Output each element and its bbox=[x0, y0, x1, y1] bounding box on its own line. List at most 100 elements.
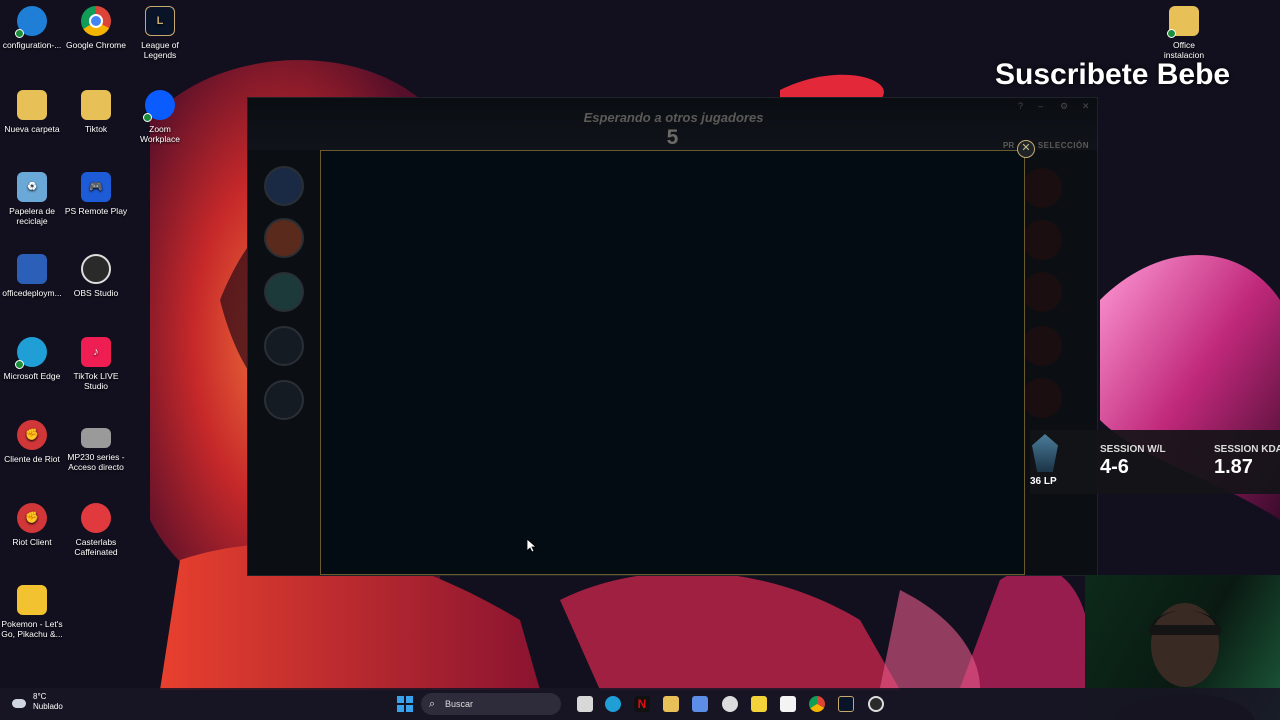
riot-icon: ✊ bbox=[17, 503, 47, 533]
ps-remote-play-icon: 🎮 bbox=[81, 172, 111, 202]
search-placeholder: Buscar bbox=[445, 699, 474, 709]
player-slot-avatar bbox=[264, 218, 304, 258]
close-dialog-icon[interactable]: ✕ bbox=[1017, 140, 1035, 158]
pokemon-icon bbox=[17, 585, 47, 615]
player-slot-avatar bbox=[264, 272, 304, 312]
desktop-icon-label: Microsoft Edge bbox=[3, 371, 61, 381]
session-wl-label: SESSION W/L bbox=[1100, 444, 1166, 455]
session-kda-value: 1.87 bbox=[1214, 456, 1253, 478]
task-view-icon[interactable] bbox=[577, 696, 593, 712]
weather-temp: 8°C bbox=[33, 692, 47, 701]
alien-app-icon[interactable] bbox=[722, 696, 738, 712]
desktop-icon-label: Office instalacion bbox=[1163, 40, 1205, 60]
enemy-slot bbox=[1022, 168, 1062, 208]
desktop-icon-office-instalacion[interactable]: Office instalacion bbox=[1152, 6, 1216, 60]
close-window-icon[interactable]: ✕ bbox=[1082, 101, 1090, 112]
edge-file-icon bbox=[15, 6, 47, 38]
weather-desc: Nublado bbox=[33, 702, 63, 711]
desktop-icon-label: Google Chrome bbox=[65, 40, 126, 50]
desktop-icon-casterlabs[interactable]: Casterlabs Caffeinated bbox=[64, 503, 128, 557]
taskbar: 8°C Nublado ⌕ Buscar N bbox=[0, 688, 1280, 720]
desktop-icon-label: Zoom Workplace bbox=[140, 124, 180, 144]
desktop-icon-label: OBS Studio bbox=[73, 288, 119, 298]
recycle-bin-icon: ♻ bbox=[17, 172, 47, 202]
desktop-icon-obs[interactable]: OBS Studio bbox=[64, 254, 128, 298]
edge-icon bbox=[15, 337, 47, 369]
enemy-slot bbox=[1022, 272, 1062, 312]
tiktok-live-icon: ♪ bbox=[81, 337, 111, 367]
session-kda-label: SESSION KDA bbox=[1214, 444, 1280, 455]
enemy-slot bbox=[1022, 326, 1062, 366]
desktop-icon-ps-remote-play[interactable]: 🎮 PS Remote Play bbox=[64, 172, 128, 216]
desktop-icon-league[interactable]: L League of Legends bbox=[128, 6, 192, 60]
desktop-icon-label: Pokemon - Let's Go, Pikachu &... bbox=[1, 619, 63, 639]
status-title: Esperando a otros jugadores bbox=[583, 110, 764, 125]
desktop-icon-label: Cliente de Riot bbox=[4, 454, 60, 464]
chrome-icon bbox=[81, 6, 111, 36]
zoom-icon bbox=[143, 90, 175, 122]
rank-emblem-icon bbox=[1032, 434, 1058, 472]
desktop-icon-microsoft-edge[interactable]: Microsoft Edge bbox=[0, 337, 64, 381]
enemy-slot bbox=[1022, 378, 1062, 418]
desktop-icon-label: Casterlabs Caffeinated bbox=[74, 537, 118, 557]
loading-dialog bbox=[320, 150, 1025, 575]
desktop-icon-label: PS Remote Play bbox=[64, 206, 128, 216]
folder-icon bbox=[1167, 6, 1199, 38]
player-slot-avatar bbox=[264, 326, 304, 366]
desktop-icon-riot-client[interactable]: ✊ Riot Client bbox=[0, 503, 64, 547]
office-deploy-icon bbox=[17, 254, 47, 284]
riot-icon: ✊ bbox=[17, 420, 47, 450]
desktop-icon-tiktok[interactable]: Tiktok bbox=[64, 90, 128, 134]
desktop-icon-pokemon[interactable]: Pokemon - Let's Go, Pikachu &... bbox=[0, 585, 64, 639]
start-button[interactable] bbox=[397, 696, 413, 712]
casterlabs-icon bbox=[81, 503, 111, 533]
desktop-icon-label: Nueva carpeta bbox=[4, 124, 60, 134]
desktop-icon-mp230[interactable]: MP230 series - Acceso directo bbox=[64, 420, 128, 472]
desktop-icon-zoom[interactable]: Zoom Workplace bbox=[128, 90, 192, 144]
desktop-icon-configuration[interactable]: configuration-... bbox=[0, 6, 64, 50]
taskbar-search[interactable]: ⌕ Buscar bbox=[421, 693, 561, 715]
selection-label: SELECCIÓN bbox=[1037, 141, 1089, 150]
store-icon[interactable] bbox=[692, 696, 708, 712]
desktop-icon-label: Tiktok bbox=[84, 124, 108, 134]
minimize-icon[interactable]: – bbox=[1038, 101, 1043, 111]
obs-taskbar-icon[interactable] bbox=[868, 696, 884, 712]
session-wl-value: 4-6 bbox=[1100, 456, 1129, 478]
desktop-icon-google-chrome[interactable]: Google Chrome bbox=[64, 6, 128, 50]
desktop-icon-label: Papelera de reciclaje bbox=[9, 206, 55, 226]
netflix-taskbar-icon[interactable]: N bbox=[634, 696, 650, 712]
selection-prefix: PR bbox=[1003, 141, 1015, 150]
edge-taskbar-icon[interactable] bbox=[605, 696, 621, 712]
league-icon: L bbox=[145, 6, 175, 36]
desktop-icon-label: officedeploym... bbox=[2, 288, 62, 298]
file-explorer-icon[interactable] bbox=[663, 696, 679, 712]
desktop-icon-label: TikTok LIVE Studio bbox=[73, 371, 119, 391]
session-stats-panel: 36 LP SESSION W/L 4-6 SESSION KDA 1.87 bbox=[1030, 430, 1280, 494]
document-icon[interactable] bbox=[780, 696, 796, 712]
desktop-icon-recycle-bin[interactable]: ♻ Papelera de reciclaje bbox=[0, 172, 64, 226]
desktop-icon-tiktok-live[interactable]: ♪ TikTok LIVE Studio bbox=[64, 337, 128, 391]
folder-icon bbox=[17, 90, 47, 120]
player-slot-avatar bbox=[264, 380, 304, 420]
weather-widget[interactable]: 8°C Nublado bbox=[33, 692, 63, 712]
obs-icon bbox=[81, 254, 111, 284]
player-slot-avatar bbox=[264, 166, 304, 206]
desktop-icon-label: MP230 series - Acceso directo bbox=[67, 452, 125, 472]
desktop-icon-label: Riot Client bbox=[12, 537, 52, 547]
mouse-cursor-icon bbox=[527, 539, 537, 553]
league-taskbar-icon[interactable] bbox=[838, 696, 854, 712]
desktop-icon-cliente-riot[interactable]: ✊ Cliente de Riot bbox=[0, 420, 64, 464]
chrome-taskbar-icon[interactable] bbox=[809, 696, 825, 712]
countdown-timer: 5 bbox=[666, 126, 679, 149]
desktop-icon-label: configuration-... bbox=[2, 40, 62, 50]
sticky-notes-icon[interactable] bbox=[751, 696, 767, 712]
subscribe-overlay-text: Suscribete Bebe bbox=[995, 58, 1231, 91]
league-points: 36 LP bbox=[1030, 476, 1057, 487]
desktop-icon-officedeploy[interactable]: officedeploym... bbox=[0, 254, 64, 298]
search-icon: ⌕ bbox=[429, 698, 436, 710]
settings-icon[interactable]: ⚙ bbox=[1060, 101, 1068, 112]
desktop-icon-nueva-carpeta[interactable]: Nueva carpeta bbox=[0, 90, 64, 134]
printer-icon bbox=[81, 428, 111, 448]
help-icon[interactable]: ? bbox=[1018, 101, 1023, 111]
desktop-icon-label: League of Legends bbox=[141, 40, 179, 60]
